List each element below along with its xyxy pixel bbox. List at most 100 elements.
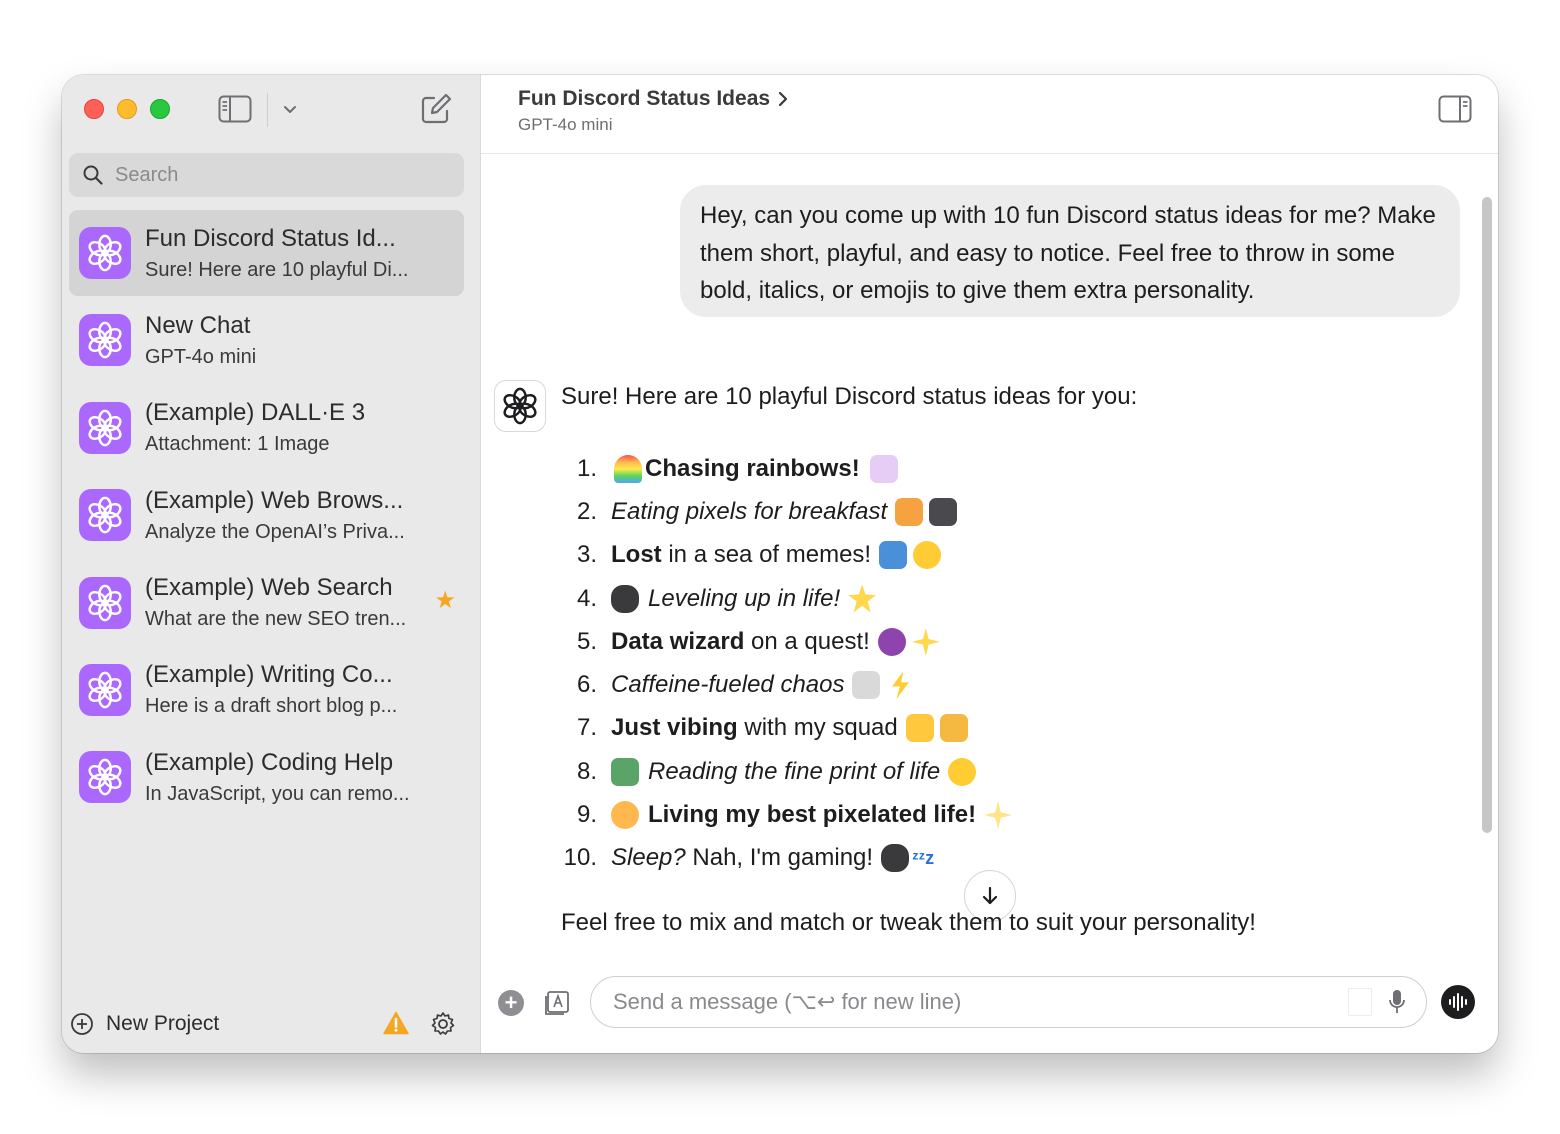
- chat-list-item[interactable]: (Example) Coding Help In JavaScript, you…: [69, 734, 464, 820]
- voice-mode-button[interactable]: [1441, 985, 1475, 1019]
- list-number: 7.: [576, 714, 597, 742]
- chat-preview: What are the new SEO tren...: [145, 608, 407, 631]
- arrow-down-icon: [982, 886, 998, 905]
- chatgpt-logo-icon: [79, 227, 131, 279]
- chat-preview: GPT-4o mini: [145, 345, 257, 368]
- close-window-button[interactable]: [84, 99, 104, 119]
- list-text-bold: Data wizard: [611, 627, 745, 655]
- list-number: 10.: [563, 844, 597, 872]
- list-text: Caffeine-fueled chaos: [611, 671, 845, 699]
- compose-icon[interactable]: [420, 93, 452, 125]
- chat-title: (Example) Web Search: [145, 574, 393, 602]
- composer: +: [495, 975, 1485, 1031]
- chat-preview: Attachment: 1 Image: [145, 433, 330, 456]
- list-number: 8.: [576, 757, 597, 785]
- right-panel-toggle-icon[interactable]: [1438, 95, 1472, 123]
- list-item: 1. Chasing rainbows!: [553, 447, 1015, 490]
- chat-list-item[interactable]: (Example) Web Brows... Analyze the OpenA…: [69, 472, 464, 558]
- pizza-icon: [895, 497, 924, 526]
- list-text: on a quest!: [744, 627, 870, 655]
- message-input-box[interactable]: [590, 976, 1427, 1028]
- glowing-star-icon: [848, 584, 877, 613]
- game-controller-icon: [611, 584, 639, 613]
- app-window: Fun Discord Status Id... Sure! Here are …: [62, 75, 1498, 1053]
- laptop-icon: [929, 497, 958, 526]
- chatgpt-logo-icon: [79, 576, 131, 629]
- chat-title-button[interactable]: Fun Discord Status Ideas: [518, 87, 790, 111]
- sidebar-toggle-icon[interactable]: [218, 95, 252, 123]
- unicorn-icon: [869, 454, 898, 483]
- user-message-bubble: Hey, can you come up with 10 fun Discord…: [680, 185, 1460, 317]
- list-text: Nah, I'm gaming!: [685, 844, 874, 872]
- books-icon: [611, 757, 639, 786]
- rainbow-icon: [614, 454, 642, 483]
- chat-title: (Example) DALL·E 3: [145, 399, 366, 427]
- new-project-label: New Project: [106, 1012, 220, 1035]
- list-text-italic: Sleep?: [611, 844, 686, 872]
- chat-preview: Here is a draft short blog p...: [145, 695, 398, 718]
- waveform-icon: [1449, 993, 1467, 1011]
- list-item: 3. Lost in a sea of memes!: [553, 534, 1015, 577]
- chat-title: (Example) Web Brows...: [145, 486, 404, 514]
- list-text-bold: Just vibing: [611, 714, 738, 742]
- sidebar: Fun Discord Status Id... Sure! Here are …: [62, 75, 481, 1053]
- list-item: 6. Caffeine-fueled chaos: [553, 663, 1015, 706]
- chat-list-item[interactable]: New Chat GPT-4o mini: [69, 297, 464, 383]
- assistant-outro: Feel free to mix and match or tweak them…: [561, 909, 1256, 936]
- chat-title: Fun Discord Status Id...: [145, 224, 396, 252]
- list-text: with my squad: [737, 714, 898, 742]
- list-text: Reading the fine print of life: [648, 757, 941, 785]
- victory-hand-icon: [905, 714, 934, 743]
- sparkles-icon: [911, 627, 940, 656]
- scrollbar-thumb[interactable]: [1482, 197, 1492, 833]
- chat-list: Fun Discord Status Id... Sure! Here are …: [69, 210, 464, 822]
- chat-title: (Example) Coding Help: [145, 748, 394, 776]
- chat-list-item[interactable]: (Example) DALL·E 3 Attachment: 1 Image: [69, 385, 464, 471]
- microphone-icon[interactable]: [1388, 989, 1406, 1015]
- list-number: 6.: [576, 671, 597, 699]
- chatgpt-logo-icon: [79, 314, 131, 367]
- list-item: 2. Eating pixels for breakfast: [553, 490, 1015, 533]
- gear-icon[interactable]: [430, 1011, 456, 1037]
- plus-circle-icon: [71, 1013, 93, 1035]
- chevron-down-icon[interactable]: [280, 99, 300, 119]
- wave-icon: [879, 541, 908, 570]
- zzz-icon: ᶻᶻz: [912, 847, 935, 868]
- list-number: 3.: [576, 541, 597, 569]
- add-attachment-button[interactable]: +: [498, 990, 524, 1016]
- sidebar-footer: New Project: [70, 1009, 465, 1039]
- search-input[interactable]: [113, 162, 437, 188]
- star-icon[interactable]: ★: [434, 586, 456, 615]
- list-item: 7. Just vibing with my squad: [553, 707, 1015, 750]
- chat-title: New Chat: [145, 311, 251, 339]
- minimize-window-button[interactable]: [117, 99, 137, 119]
- prompt-library-icon[interactable]: [543, 989, 571, 1017]
- list-text: Leveling up in life!: [648, 584, 841, 612]
- list-text: Eating pixels for breakfast: [611, 497, 888, 525]
- party-face-icon: [611, 801, 639, 830]
- list-number: 1.: [576, 454, 597, 482]
- assistant-intro: Sure! Here are 10 playful Discord status…: [561, 383, 1138, 410]
- new-project-button[interactable]: New Project: [70, 1012, 219, 1036]
- chatgpt-logo-icon: [79, 489, 131, 542]
- monocle-face-icon: [948, 757, 977, 786]
- list-item: 4. Leveling up in life!: [553, 577, 1015, 620]
- list-number: 5.: [576, 627, 597, 655]
- status-ideas-list: 1. Chasing rainbows! 2. Eating pixels fo…: [553, 447, 1015, 880]
- list-text: Chasing rainbows!: [645, 454, 860, 482]
- chat-list-item[interactable]: Fun Discord Status Id... Sure! Here are …: [69, 210, 464, 296]
- crystal-ball-icon: [877, 627, 906, 656]
- zoom-window-button[interactable]: [150, 99, 170, 119]
- list-item: 8. Reading the fine print of life: [553, 750, 1015, 793]
- window-controls: [84, 99, 170, 119]
- list-item: 5. Data wizard on a quest!: [553, 620, 1015, 663]
- message-input[interactable]: [611, 988, 1335, 1016]
- chat-list-item[interactable]: (Example) Web Search What are the new SE…: [69, 560, 464, 646]
- chatgpt-logo-icon: [79, 751, 131, 804]
- search-bar[interactable]: [69, 153, 464, 197]
- party-popper-icon: [939, 714, 968, 743]
- search-icon: [83, 165, 103, 185]
- warning-icon[interactable]: [383, 1011, 409, 1035]
- assistant-avatar-icon: [494, 380, 546, 432]
- chat-list-item[interactable]: (Example) Writing Co... Here is a draft …: [69, 647, 464, 733]
